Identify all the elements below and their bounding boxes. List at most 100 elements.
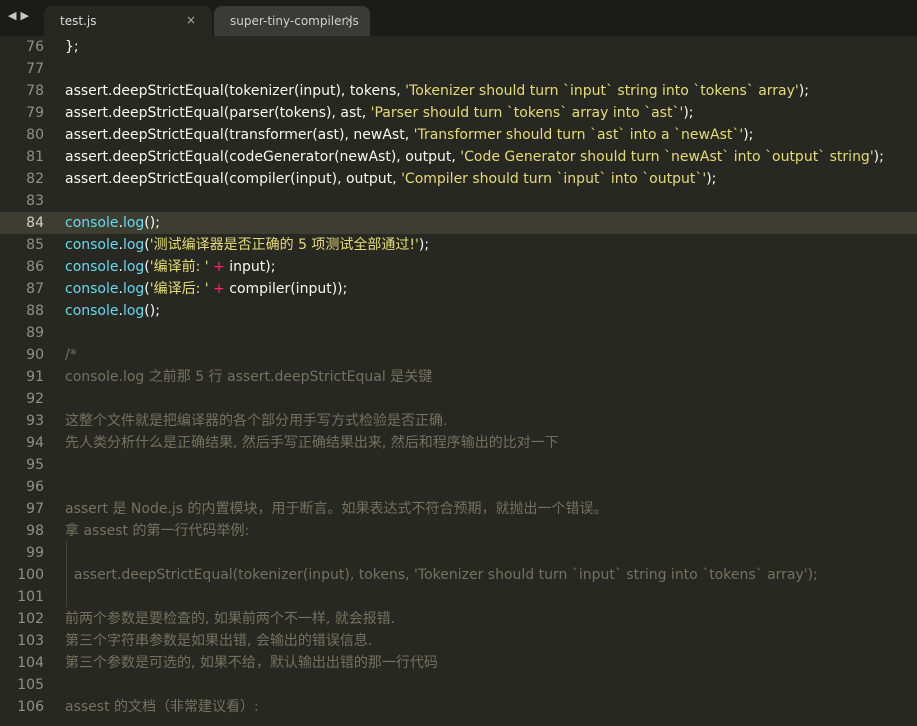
token-str: 'Code Generator should turn `newAst` int… — [460, 149, 874, 165]
token-comment: 先人类分析什么是正确结果, 然后手写正确结果出来, 然后和程序输出的比对一下 — [65, 435, 559, 451]
line-number: 77 — [26, 61, 44, 77]
token-comment: 前两个参数是要检查的, 如果前两个不一样, 就会报错. — [65, 611, 396, 627]
code-line[interactable]: 84 console.log(); — [0, 212, 917, 234]
code-line[interactable]: 89 — [0, 322, 917, 344]
line-number: 85 — [26, 237, 44, 253]
code-line[interactable]: 105 — [0, 674, 917, 696]
line-code: console.log(); — [65, 300, 160, 322]
token-comment: assest 的文档（非常建议看）: — [65, 699, 259, 715]
code-line[interactable]: 104 第三个参数是可选的, 如果不给，默认输出出错的那一行代码 — [0, 652, 917, 674]
line-number: 80 — [26, 127, 44, 143]
code-line[interactable]: 79 assert.deepStrictEqual(parser(tokens),… — [0, 102, 917, 124]
token: ); — [743, 127, 754, 143]
line-number: 81 — [26, 149, 44, 165]
token-comment: 这整个文件就是把编译器的各个部分用手写方式检验是否正确. — [65, 413, 448, 429]
line-number: 82 — [26, 171, 44, 187]
line-code: 第三个参数是可选的, 如果不给，默认输出出错的那一行代码 — [65, 652, 438, 674]
token-obj: console — [65, 281, 119, 297]
token: assert — [65, 83, 109, 99]
line-number: 96 — [26, 479, 44, 495]
line-code: 这整个文件就是把编译器的各个部分用手写方式检验是否正确. — [65, 410, 447, 432]
token: assert.deepStrictEqual(compiler(input), … — [65, 171, 402, 187]
token-str: 'Compiler should turn `input` into `outp… — [401, 171, 707, 187]
line-code: 第三个字符串参数是如果出错, 会输出的错误信息. — [65, 630, 372, 652]
line-number: 88 — [26, 303, 44, 319]
line-number: 99 — [26, 545, 44, 561]
code-line[interactable]: 77 — [0, 58, 917, 80]
line-number: 87 — [26, 281, 44, 297]
token: ); — [418, 237, 430, 253]
token-str: '编译前: ' — [149, 259, 209, 275]
code-line[interactable]: 92 — [0, 388, 917, 410]
line-number: 89 — [26, 325, 44, 341]
token-comment: assert.deepStrictEqual(tokenizer(input),… — [65, 567, 818, 583]
tab-nav-arrows: ◀▶ — [8, 9, 33, 22]
line-number: 76 — [26, 39, 44, 55]
code-line[interactable]: 95 — [0, 454, 917, 476]
code-line[interactable]: 93 这整个文件就是把编译器的各个部分用手写方式检验是否正确. — [0, 410, 917, 432]
code-line[interactable]: 91 console.log 之前那 5 行 assert.deepStrictE… — [0, 366, 917, 388]
line-number: 93 — [26, 413, 44, 429]
line-number: 91 — [26, 369, 44, 385]
code-line[interactable]: 90 /* — [0, 344, 917, 366]
line-code: assert.deepStrictEqual(tokenizer(input),… — [65, 564, 818, 586]
token-str: 'Transformer should turn `ast` into a `n… — [413, 127, 744, 143]
line-number: 105 — [17, 677, 44, 693]
line-number: 84 — [26, 215, 44, 231]
line-number: 98 — [26, 523, 44, 539]
code-line[interactable]: 94 先人类分析什么是正确结果, 然后手写正确结果出来, 然后和程序输出的比对一下 — [0, 432, 917, 454]
line-code: console.log('编译后: ' + compiler(input)); — [65, 278, 347, 300]
code-line[interactable]: 82 assert.deepStrictEqual(compiler(input)… — [0, 168, 917, 190]
line-number: 78 — [26, 83, 44, 99]
token: ); — [683, 105, 694, 121]
line-code: 拿 assest 的第一行代码举例: — [65, 520, 249, 542]
close-icon[interactable]: × — [186, 13, 196, 27]
token-obj: console — [65, 259, 119, 275]
tab-test-js[interactable]: test.js × — [44, 6, 212, 36]
code-editor[interactable]: 76}; 77 78 assert.deepStrictEqual(tokenizer… — [0, 36, 917, 726]
code-line[interactable]: 100 assert.deepStrictEqual(tokenizer(inp… — [0, 564, 917, 586]
code-line[interactable]: 102 前两个参数是要检查的, 如果前两个不一样, 就会报错. — [0, 608, 917, 630]
back-arrow-icon[interactable]: ◀ — [8, 9, 20, 22]
code-line[interactable]: 99 — [0, 542, 917, 564]
token: ); — [798, 83, 809, 99]
token-str: '测试编译器是否正确的 5 项测试全部通过!' — [149, 237, 419, 253]
line-code: console.log('编译前: ' + input); — [65, 256, 275, 278]
line-code: }; — [65, 36, 79, 58]
code-line[interactable]: 101 — [0, 586, 917, 608]
line-number: 100 — [17, 567, 44, 583]
token-str: 'Parser should turn `tokens` array into … — [370, 105, 684, 121]
token-obj: log — [122, 259, 145, 275]
token-obj: console — [65, 303, 119, 319]
code-line[interactable]: 86 console.log('编译前: ' + input); — [0, 256, 917, 278]
code-line[interactable]: 83 — [0, 190, 917, 212]
code-line[interactable]: 78 assert.deepStrictEqual(tokenizer(input… — [0, 80, 917, 102]
token: assert.deepStrictEqual(transformer(ast),… — [65, 127, 414, 143]
token: assert.deepStrictEqual(parser(tokens), a… — [65, 105, 371, 121]
code-line[interactable]: 81 assert.deepStrictEqual(codeGenerator(n… — [0, 146, 917, 168]
code-line[interactable]: 106 assest 的文档（非常建议看）: — [0, 696, 917, 718]
code-line[interactable]: 88 console.log(); — [0, 300, 917, 322]
tab-super-tiny-compiler-js[interactable]: super-tiny-compiler.js × — [214, 6, 370, 36]
code-line[interactable]: 96 — [0, 476, 917, 498]
close-icon[interactable]: × — [344, 13, 354, 27]
token-obj: console — [65, 237, 119, 253]
tab-label: super-tiny-compiler.js — [230, 14, 359, 28]
line-number: 90 — [26, 347, 44, 363]
code-line[interactable]: 85 console.log('测试编译器是否正确的 5 项测试全部通过!'); — [0, 234, 917, 256]
token-str: '编译后: ' — [149, 281, 209, 297]
code-line[interactable]: 97 assert 是 Node.js 的内置模块，用于断言。如果表达式不符合预期… — [0, 498, 917, 520]
code-line[interactable]: 87 console.log('编译后: ' + compiler(input))… — [0, 278, 917, 300]
code-line[interactable]: 98 拿 assest 的第一行代码举例: — [0, 520, 917, 542]
forward-arrow-icon[interactable]: ▶ — [20, 9, 32, 22]
tab-bar: ◀▶ test.js × super-tiny-compiler.js × — [0, 0, 917, 36]
token-obj: console — [65, 215, 119, 231]
token-obj: log — [122, 237, 145, 253]
line-code: 先人类分析什么是正确结果, 然后手写正确结果出来, 然后和程序输出的比对一下 — [65, 432, 559, 454]
line-number: 106 — [17, 699, 44, 715]
token-obj: log — [122, 303, 145, 319]
code-line[interactable]: 80 assert.deepStrictEqual(transformer(ast… — [0, 124, 917, 146]
line-code: assert.deepStrictEqual(tokenizer(input),… — [65, 80, 809, 102]
code-line[interactable]: 76}; — [0, 36, 917, 58]
code-line[interactable]: 103 第三个字符串参数是如果出错, 会输出的错误信息. — [0, 630, 917, 652]
